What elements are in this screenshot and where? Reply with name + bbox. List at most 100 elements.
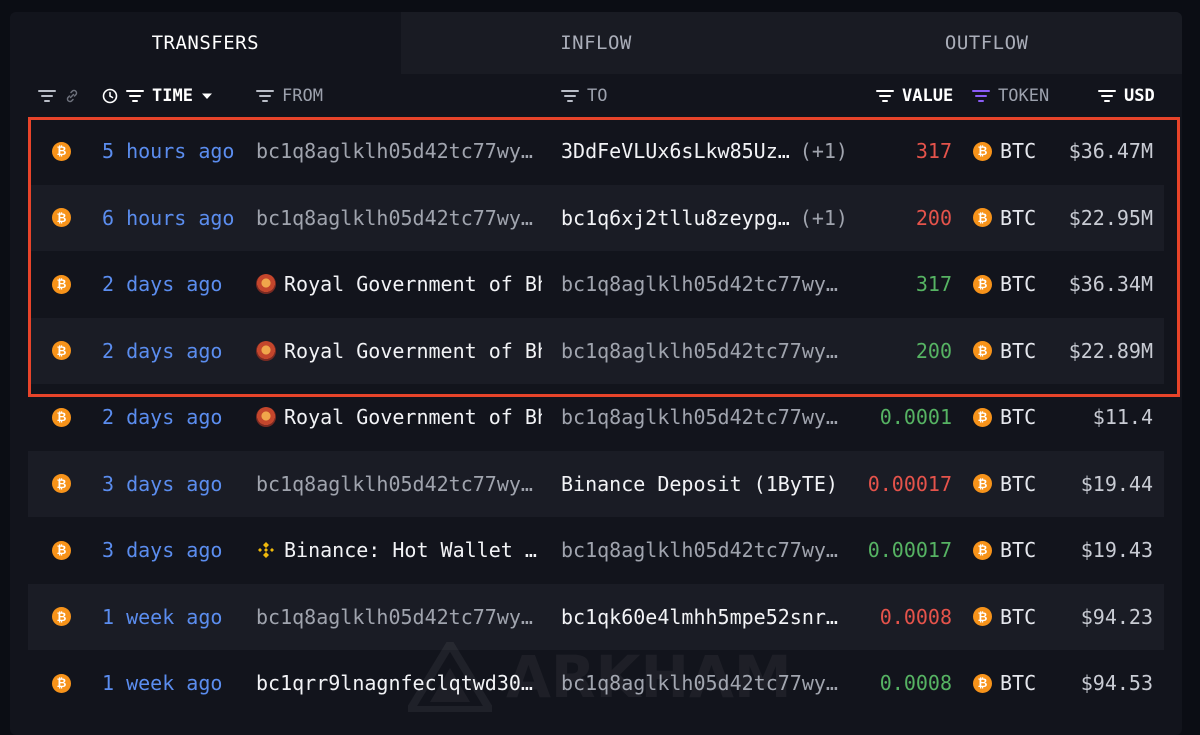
time-cell[interactable]: 2 days ago (102, 251, 252, 318)
table-row[interactable]: ₿ 6 hours ago bc1q8aglklh05d42tc77wy… bc1q6… (10, 184, 1182, 252)
token-symbol: BTC (1000, 338, 1037, 363)
to-header-label: TO (587, 86, 608, 106)
to-column-header[interactable]: TO (561, 74, 607, 118)
from-cell[interactable]: bc1q8aglklh05d42tc77wy… (256, 118, 542, 185)
from-text: Binance: Hot Wallet … (284, 538, 537, 563)
time-text: 2 days ago (102, 272, 223, 297)
usd-cell: $11.4 (1050, 384, 1153, 451)
from-cell[interactable]: Binance: Hot Wallet … (256, 517, 542, 584)
tab-transfers[interactable]: TRANSFERS (10, 12, 401, 74)
chain-cell: ₿ (52, 251, 76, 318)
filter-icon[interactable] (561, 89, 579, 103)
token-cell[interactable]: ₿ BTC (973, 318, 1053, 385)
filter-icon[interactable] (972, 89, 990, 103)
to-cell[interactable]: bc1q6xj2tllu8zeypg… (+1) (561, 185, 861, 252)
from-column-header[interactable]: FROM (256, 74, 323, 118)
usd-cell: $36.34M (1050, 251, 1153, 318)
time-cell[interactable]: 5 hours ago (102, 118, 252, 185)
token-cell[interactable]: ₿ BTC (973, 118, 1053, 185)
to-cell[interactable]: bc1q8aglklh05d42tc77wy… (561, 650, 861, 717)
usd-column-header[interactable]: USD (1098, 74, 1155, 118)
filter-icon[interactable] (126, 89, 144, 103)
table-row[interactable]: ₿ 2 days ago Royal Government of Bh bc1q8ag… (10, 251, 1182, 318)
filter-icon[interactable] (38, 89, 56, 103)
time-cell[interactable]: 1 week ago (102, 584, 252, 651)
from-text: Royal Government of Bh (284, 338, 542, 363)
to-cell[interactable]: 3DdFeVLUx6sLkw85Uz… (+1) (561, 118, 861, 185)
token-column-header[interactable]: TOKEN (972, 74, 1049, 118)
from-cell[interactable]: Royal Government of Bh (256, 384, 542, 451)
value-text: 0.00017 (867, 471, 952, 496)
bitcoin-icon: ₿ (973, 274, 992, 294)
value-column-header[interactable]: VALUE (876, 74, 953, 118)
royal-government-icon (256, 274, 276, 295)
value-cell: 0.0008 (852, 650, 952, 717)
usd-cell: $94.23 (1050, 584, 1153, 651)
value-text: 200 (915, 338, 952, 363)
usd-text: $94.23 (1080, 604, 1153, 629)
time-cell[interactable]: 3 days ago (102, 451, 252, 518)
to-cell[interactable]: bc1q8aglklh05d42tc77wy… (561, 384, 861, 451)
filter-link-controls[interactable] (38, 74, 80, 118)
table-row[interactable]: ₿ 3 days ago bc1q8aglklh05d42tc77wy… Binanc… (10, 450, 1182, 518)
to-cell[interactable]: bc1q8aglklh05d42tc77wy… (561, 318, 861, 385)
to-cell[interactable]: bc1q8aglklh05d42tc77wy… (561, 517, 861, 584)
time-cell[interactable]: 6 hours ago (102, 185, 252, 252)
caret-down-icon[interactable] (201, 92, 213, 100)
token-cell[interactable]: ₿ BTC (973, 251, 1053, 318)
token-cell[interactable]: ₿ BTC (973, 650, 1053, 717)
extra-count-badge[interactable]: (+1) (800, 206, 848, 230)
extra-count-badge[interactable]: (+1) (800, 139, 848, 163)
to-cell[interactable]: bc1qk60e4lmhh5mpe52snr… (561, 584, 861, 651)
value-text: 317 (915, 139, 952, 164)
table-row[interactable]: ₿ 1 week ago bc1qrr9lnagnfeclqtwd30… bc1q8a… (10, 650, 1182, 717)
filter-icon[interactable] (1098, 89, 1116, 103)
time-cell[interactable]: 3 days ago (102, 517, 252, 584)
bitcoin-icon: ₿ (973, 141, 992, 161)
time-cell[interactable]: 1 week ago (102, 650, 252, 717)
to-text: bc1q8aglklh05d42tc77wy… (561, 671, 838, 696)
royal-government-icon (256, 407, 276, 428)
from-cell[interactable]: bc1qrr9lnagnfeclqtwd30… (256, 650, 542, 717)
tab-outflow[interactable]: OUTFLOW (791, 12, 1182, 74)
token-cell[interactable]: ₿ BTC (973, 517, 1053, 584)
table-row[interactable]: ₿ 2 days ago Royal Government of Bh bc1q8ag… (10, 384, 1182, 451)
usd-cell: $22.95M (1050, 185, 1153, 252)
time-text: 5 hours ago (102, 139, 235, 164)
link-icon[interactable] (64, 88, 80, 104)
token-symbol: BTC (1000, 538, 1037, 563)
bitcoin-icon: ₿ (973, 474, 992, 494)
filter-icon[interactable] (256, 89, 274, 103)
from-cell[interactable]: bc1q8aglklh05d42tc77wy… (256, 451, 542, 518)
token-cell[interactable]: ₿ BTC (973, 584, 1053, 651)
bitcoin-icon: ₿ (52, 607, 71, 627)
token-cell[interactable]: ₿ BTC (973, 451, 1053, 518)
from-cell[interactable]: Royal Government of Bh (256, 251, 542, 318)
value-text: 0.0008 (879, 604, 952, 629)
token-symbol: BTC (1000, 471, 1037, 496)
to-text: bc1q8aglklh05d42tc77wy… (561, 405, 838, 430)
token-cell[interactable]: ₿ BTC (973, 384, 1053, 451)
table-row[interactable]: ₿ 2 days ago Royal Government of Bh bc1q8ag… (10, 317, 1182, 385)
table-row[interactable]: ₿ 5 hours ago bc1q8aglklh05d42tc77wy… 3DdFe… (10, 118, 1182, 185)
to-cell[interactable]: Binance Deposit (1ByTE) (561, 451, 861, 518)
bitcoin-icon: ₿ (973, 208, 992, 228)
bitcoin-icon: ₿ (52, 208, 71, 228)
to-cell[interactable]: bc1q8aglklh05d42tc77wy… (561, 251, 861, 318)
from-cell[interactable]: Royal Government of Bh (256, 318, 542, 385)
time-cell[interactable]: 2 days ago (102, 384, 252, 451)
bitcoin-icon: ₿ (52, 407, 71, 427)
table-row[interactable]: ₿ 1 week ago bc1q8aglklh05d42tc77wy… bc1qk6… (10, 583, 1182, 651)
value-text: 200 (915, 205, 952, 230)
table-row[interactable]: ₿ 3 days ago Binance: Hot Wallet … bc1q8agl… (10, 517, 1182, 584)
time-column-header[interactable]: TIME (102, 74, 213, 118)
token-cell[interactable]: ₿ BTC (973, 185, 1053, 252)
from-cell[interactable]: bc1q8aglklh05d42tc77wy… (256, 584, 542, 651)
from-cell[interactable]: bc1q8aglklh05d42tc77wy… (256, 185, 542, 252)
time-cell[interactable]: 2 days ago (102, 318, 252, 385)
time-text: 1 week ago (102, 604, 223, 629)
time-text: 6 hours ago (102, 205, 235, 230)
filter-icon[interactable] (876, 89, 894, 103)
value-cell: 0.0008 (852, 584, 952, 651)
tab-inflow[interactable]: INFLOW (400, 12, 792, 74)
